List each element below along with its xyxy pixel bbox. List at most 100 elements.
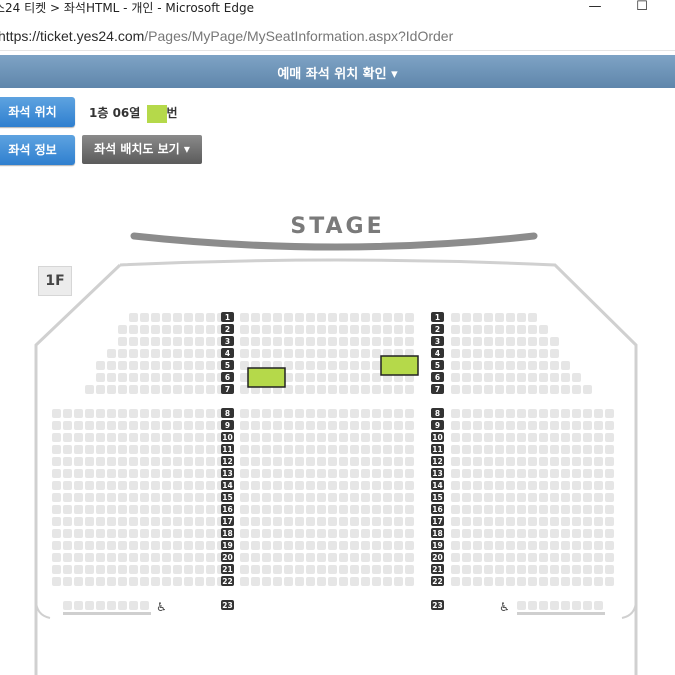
seat [118, 529, 127, 538]
seat [405, 541, 414, 550]
seat [605, 541, 614, 550]
seat [506, 421, 515, 430]
seat [394, 577, 403, 586]
seat [572, 601, 581, 610]
seat [206, 385, 215, 394]
seat [162, 565, 171, 574]
row-number-label: 23 [432, 601, 442, 610]
seat [195, 433, 204, 442]
seat [251, 553, 260, 562]
seat [162, 349, 171, 358]
seat [206, 517, 215, 526]
seat [317, 433, 326, 442]
seat [506, 313, 515, 322]
seat [85, 457, 94, 466]
row-number-label: 8 [225, 409, 230, 418]
seat [328, 409, 337, 418]
seat [151, 505, 160, 514]
seat [262, 541, 271, 550]
seat [52, 577, 61, 586]
seat [74, 553, 83, 562]
seat [328, 325, 337, 334]
seat [528, 433, 537, 442]
seat [295, 577, 304, 586]
seat [52, 529, 61, 538]
seat [484, 457, 493, 466]
seat [240, 481, 249, 490]
seat [195, 517, 204, 526]
seat [129, 445, 138, 454]
seat [484, 517, 493, 526]
seat [107, 541, 116, 550]
seat [350, 505, 359, 514]
seat [572, 481, 581, 490]
seat [151, 565, 160, 574]
seat [528, 553, 537, 562]
seat [284, 553, 293, 562]
seat [284, 505, 293, 514]
seat [251, 325, 260, 334]
seat [184, 445, 193, 454]
seat [339, 517, 348, 526]
seat [539, 445, 548, 454]
seat [96, 373, 105, 382]
seat [594, 445, 603, 454]
seat [251, 421, 260, 430]
seat [394, 529, 403, 538]
seat [151, 337, 160, 346]
seat [240, 325, 249, 334]
seat [550, 505, 559, 514]
seat [561, 457, 570, 466]
seat [273, 493, 282, 502]
seat [539, 325, 548, 334]
seat [240, 457, 249, 466]
seat [539, 385, 548, 394]
seat [206, 361, 215, 370]
seat [306, 433, 315, 442]
seat [295, 553, 304, 562]
seat [317, 553, 326, 562]
seat [328, 517, 337, 526]
seat [52, 409, 61, 418]
seat [339, 553, 348, 562]
seat [262, 337, 271, 346]
seat [140, 409, 149, 418]
seat [328, 553, 337, 562]
seat [594, 409, 603, 418]
seat [394, 433, 403, 442]
seat [484, 385, 493, 394]
row-number-label: 10 [432, 433, 442, 442]
seat [495, 313, 504, 322]
seat [561, 517, 570, 526]
seat [118, 433, 127, 442]
seat [306, 469, 315, 478]
highlighted-seat [380, 355, 419, 376]
seat [96, 421, 105, 430]
seat [173, 469, 182, 478]
seat [129, 541, 138, 550]
seat [405, 313, 414, 322]
seat [273, 481, 282, 490]
seat [52, 493, 61, 502]
seat [140, 385, 149, 394]
seat [74, 469, 83, 478]
seat [484, 481, 493, 490]
seat [383, 409, 392, 418]
row-number-label: 13 [432, 469, 442, 478]
seat [129, 553, 138, 562]
row-number-label: 21 [222, 565, 232, 574]
seat [118, 505, 127, 514]
seat [129, 529, 138, 538]
seat [284, 421, 293, 430]
seat [451, 577, 460, 586]
seat [539, 481, 548, 490]
seat [306, 553, 315, 562]
seat [328, 313, 337, 322]
seat [561, 469, 570, 478]
row-number-label: 12 [432, 457, 442, 466]
seat [484, 361, 493, 370]
seat [317, 517, 326, 526]
seat [528, 469, 537, 478]
seat [405, 325, 414, 334]
seat [451, 493, 460, 502]
